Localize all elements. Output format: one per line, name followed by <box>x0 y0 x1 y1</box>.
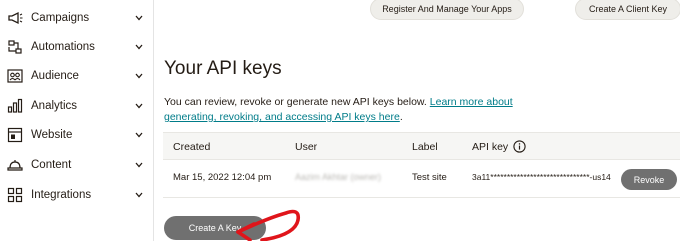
row-api-key: 3a11******************************-us14 <box>472 172 611 182</box>
website-icon <box>7 127 23 143</box>
sidebar-item-automations[interactable]: Automations <box>0 33 153 61</box>
create-client-key-button[interactable]: Create A Client Key <box>575 0 680 20</box>
column-header-user: User <box>295 141 318 153</box>
content-icon <box>7 160 23 171</box>
sidebar-item-label: Content <box>31 159 72 171</box>
sidebar-item-label: Analytics <box>31 100 78 112</box>
description-end: . <box>399 111 403 123</box>
table-header: Created User Label API key <box>163 132 680 160</box>
page-title: Your API keys <box>164 58 282 79</box>
column-header-api-key: API key <box>472 141 509 153</box>
chevron-down-icon <box>135 162 143 168</box>
sidebar-item-audience[interactable]: Audience <box>0 62 153 90</box>
sidebar-item-label: Audience <box>31 70 79 82</box>
sidebar-item-website[interactable]: Website <box>0 121 153 149</box>
sidebar-item-campaigns[interactable]: Campaigns <box>0 4 153 32</box>
sidebar-item-label: Website <box>31 129 73 141</box>
page-description: You can review, revoke or generate new A… <box>164 95 524 125</box>
chevron-down-icon <box>135 73 143 79</box>
sidebar-item-analytics[interactable]: Analytics <box>0 92 153 120</box>
row-created: Mar 15, 2022 12:04 pm <box>173 172 272 183</box>
revoke-button[interactable]: Revoke <box>621 169 677 190</box>
create-a-key-button[interactable]: Create A Key <box>164 216 266 240</box>
table-row: Mar 15, 2022 12:04 pm Aazim Akhtar (owne… <box>163 160 680 198</box>
column-header-created: Created <box>173 141 211 153</box>
chevron-down-icon <box>135 192 143 198</box>
sidebar-item-integrations[interactable]: Integrations <box>0 181 153 209</box>
description-text: You can review, revoke or generate new A… <box>164 96 430 108</box>
chevron-down-icon <box>135 132 143 138</box>
row-user: Aazim Akhtar (owner) <box>295 172 382 182</box>
api-keys-table: Created User Label API key Mar 15, 2022 … <box>163 132 680 198</box>
bar-chart-icon <box>7 98 23 113</box>
chevron-down-icon <box>135 44 143 50</box>
sidebar-item-label: Automations <box>31 41 95 53</box>
audience-icon <box>7 69 23 83</box>
register-apps-button[interactable]: Register And Manage Your Apps <box>370 0 524 20</box>
info-icon[interactable] <box>513 140 526 153</box>
automation-icon <box>8 40 22 54</box>
chevron-down-icon <box>135 103 143 109</box>
sidebar-item-content[interactable]: Content <box>0 151 153 179</box>
sidebar-item-label: Integrations <box>31 189 92 201</box>
column-header-label: Label <box>412 141 438 153</box>
sidebar-item-label: Campaigns <box>31 12 90 24</box>
sidebar: Campaigns Automations Audience Analytics… <box>0 0 154 241</box>
row-label: Test site <box>412 172 447 183</box>
megaphone-icon <box>8 11 23 25</box>
chevron-down-icon <box>135 15 143 21</box>
integrations-icon <box>7 187 23 203</box>
